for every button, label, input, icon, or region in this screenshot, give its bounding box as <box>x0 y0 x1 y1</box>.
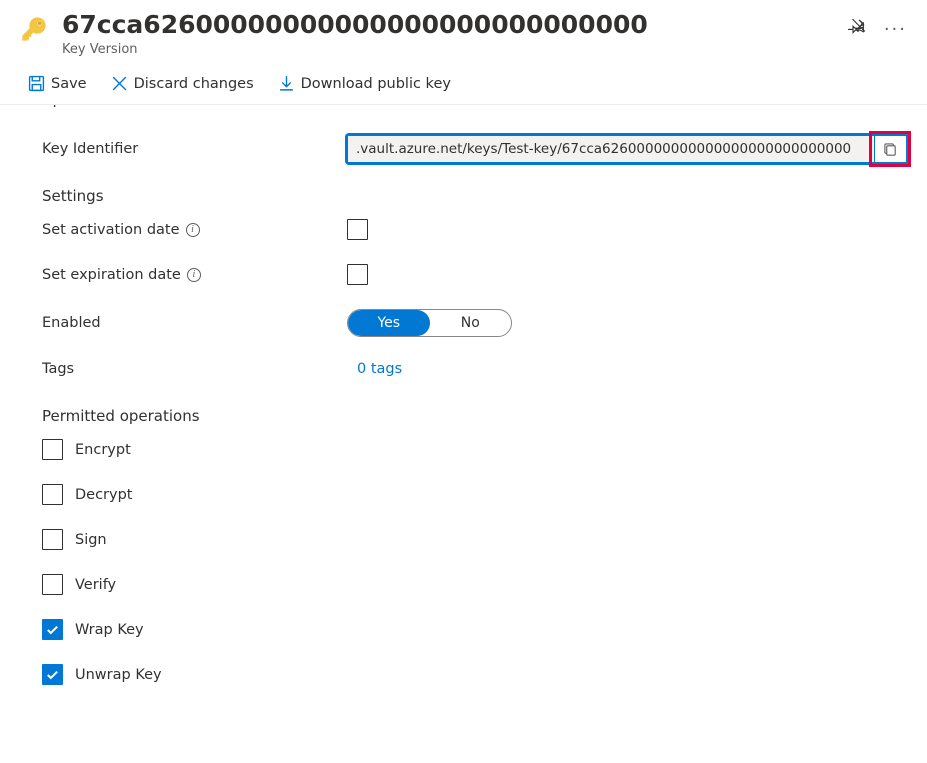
download-label: Download public key <box>301 76 451 92</box>
operation-row: Sign <box>42 529 907 550</box>
info-icon[interactable]: i <box>186 223 200 237</box>
operation-row: Wrap Key <box>42 619 907 640</box>
activation-label: Set activation date <box>42 222 180 238</box>
key-icon <box>20 15 48 43</box>
operation-row: Encrypt <box>42 439 907 460</box>
operation-label: Encrypt <box>75 442 131 458</box>
tags-label: Tags <box>42 361 347 377</box>
operations-heading: Permitted operations <box>42 407 907 425</box>
download-icon <box>278 75 295 92</box>
operation-label: Decrypt <box>75 487 133 503</box>
save-icon <box>28 75 45 92</box>
operation-checkbox[interactable] <box>42 619 63 640</box>
info-icon[interactable]: i <box>187 268 201 282</box>
tags-link[interactable]: 0 tags <box>357 361 402 377</box>
settings-heading: Settings <box>42 187 907 205</box>
download-button[interactable]: Download public key <box>270 71 459 96</box>
operation-checkbox[interactable] <box>42 484 63 505</box>
operation-checkbox[interactable] <box>42 574 63 595</box>
expiration-checkbox[interactable] <box>347 264 368 285</box>
expiration-label: Set expiration date <box>42 267 181 283</box>
save-label: Save <box>51 76 87 92</box>
discard-label: Discard changes <box>134 76 254 92</box>
enabled-label: Enabled <box>42 315 347 331</box>
operation-label: Wrap Key <box>75 622 144 638</box>
operation-row: Unwrap Key <box>42 664 907 685</box>
activation-checkbox[interactable] <box>347 219 368 240</box>
content-area: Updated Key Identifier Settings Set acti… <box>0 105 927 738</box>
operation-label: Unwrap Key <box>75 667 162 683</box>
operation-row: Verify <box>42 574 907 595</box>
more-button[interactable]: ··· <box>884 19 907 40</box>
operation-row: Decrypt <box>42 484 907 505</box>
page-header: 67cca62600000000000000000000000000 Key V… <box>0 0 927 63</box>
pin-button[interactable] <box>848 18 866 40</box>
operations-list: Encrypt Decrypt Sign Verify Wrap Key Unwrap K… <box>42 439 907 685</box>
save-button[interactable]: Save <box>20 71 95 96</box>
enabled-toggle[interactable]: Yes No <box>347 309 512 337</box>
updated-label: Updated <box>42 105 347 108</box>
page-subtitle: Key Version <box>62 42 834 57</box>
operation-checkbox[interactable] <box>42 439 63 460</box>
copy-button[interactable] <box>875 135 907 163</box>
operation-label: Verify <box>75 577 116 593</box>
toggle-no[interactable]: No <box>430 310 512 336</box>
operation-checkbox[interactable] <box>42 664 63 685</box>
key-identifier-label: Key Identifier <box>42 141 347 157</box>
toggle-yes[interactable]: Yes <box>348 310 430 336</box>
key-identifier-input[interactable] <box>347 135 875 163</box>
page-title: 67cca62600000000000000000000000000 <box>62 10 834 40</box>
command-bar: Save Discard changes Download public key <box>0 63 927 105</box>
close-icon <box>111 75 128 92</box>
copy-icon <box>883 142 898 157</box>
operation-checkbox[interactable] <box>42 529 63 550</box>
operation-label: Sign <box>75 532 107 548</box>
discard-button[interactable]: Discard changes <box>103 71 262 96</box>
